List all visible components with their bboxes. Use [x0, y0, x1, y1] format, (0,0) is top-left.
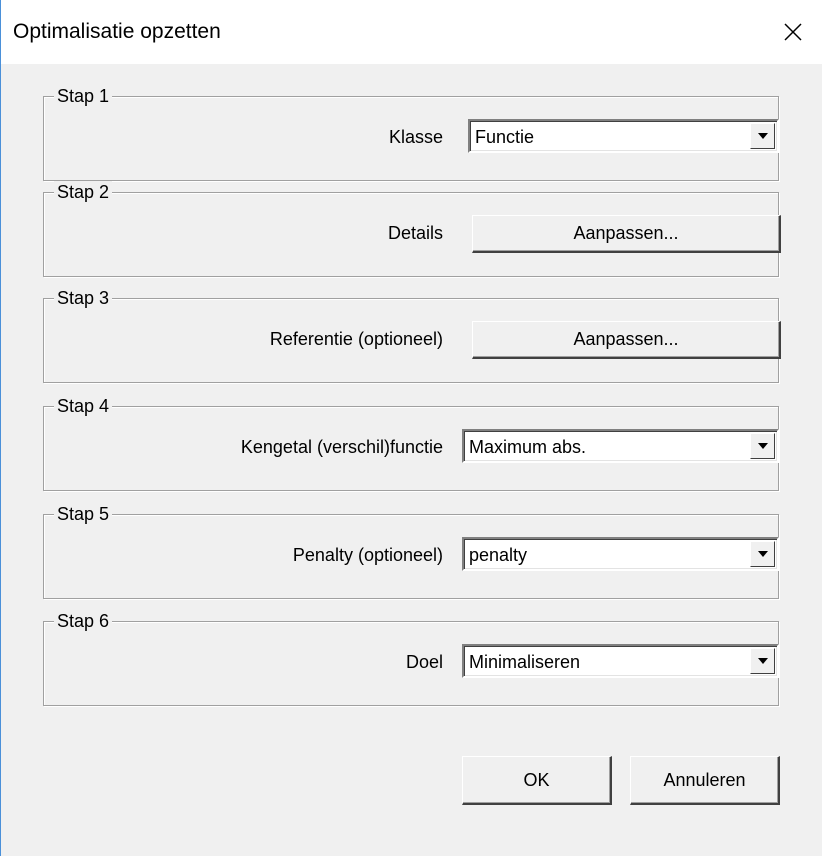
doel-dropdown-button[interactable] — [750, 648, 775, 674]
close-icon — [784, 23, 802, 41]
ok-button[interactable]: OK — [462, 756, 612, 805]
step-6-legend: Stap 6 — [54, 610, 113, 632]
chevron-down-icon — [757, 551, 768, 557]
step-2-group: Stap 2 Details Aanpassen... — [43, 181, 781, 277]
chevron-down-icon — [757, 658, 768, 664]
penalty-label: Penalty (optioneel) — [292, 545, 443, 565]
step-5-legend: Stap 5 — [54, 503, 113, 525]
dialog-window: Optimalisatie opzetten Stap 1 Klasse Fun… — [0, 0, 822, 856]
step-4-legend: Stap 4 — [54, 395, 113, 417]
window-title: Optimalisatie opzetten — [13, 20, 221, 43]
klasse-label: Klasse — [388, 127, 443, 147]
kengetal-label: Kengetal (verschil)functie — [240, 437, 443, 457]
step-3-group: Stap 3 Referentie (optioneel) Aanpassen.… — [43, 287, 781, 383]
doel-combobox[interactable]: Minimaliseren — [462, 644, 779, 678]
kengetal-combobox[interactable]: Maximum abs. — [462, 429, 779, 463]
step-5-group: Stap 5 Penalty (optioneel) penalty — [43, 503, 779, 599]
chevron-down-icon — [757, 133, 768, 139]
step-1-group: Stap 1 Klasse Functie — [43, 85, 779, 181]
title-bar: Optimalisatie opzetten — [1, 0, 822, 64]
doel-value: Minimaliseren — [469, 652, 581, 672]
step-2-legend: Stap 2 — [54, 181, 113, 203]
step-4-group: Stap 4 Kengetal (verschil)functie Maximu… — [43, 395, 779, 491]
details-adjust-button[interactable]: Aanpassen... — [472, 215, 781, 253]
cancel-button[interactable]: Annuleren — [630, 756, 780, 805]
step-3-legend: Stap 3 — [54, 287, 113, 309]
step-6-group: Stap 6 Doel Minimaliseren — [43, 610, 779, 706]
klasse-combobox[interactable]: Functie — [468, 119, 779, 153]
referentie-label: Referentie (optioneel) — [269, 329, 443, 349]
details-label: Details — [387, 223, 443, 243]
penalty-combobox[interactable]: penalty — [462, 537, 779, 571]
penalty-value: penalty — [469, 545, 528, 565]
doel-label: Doel — [405, 652, 443, 672]
close-button[interactable] — [763, 0, 822, 64]
kengetal-value: Maximum abs. — [469, 437, 587, 457]
chevron-down-icon — [757, 443, 768, 449]
step-1-legend: Stap 1 — [54, 85, 113, 107]
referentie-adjust-button[interactable]: Aanpassen... — [472, 321, 781, 359]
kengetal-dropdown-button[interactable] — [750, 433, 775, 459]
klasse-value: Functie — [475, 127, 535, 147]
penalty-dropdown-button[interactable] — [750, 541, 775, 567]
klasse-dropdown-button[interactable] — [750, 123, 775, 149]
